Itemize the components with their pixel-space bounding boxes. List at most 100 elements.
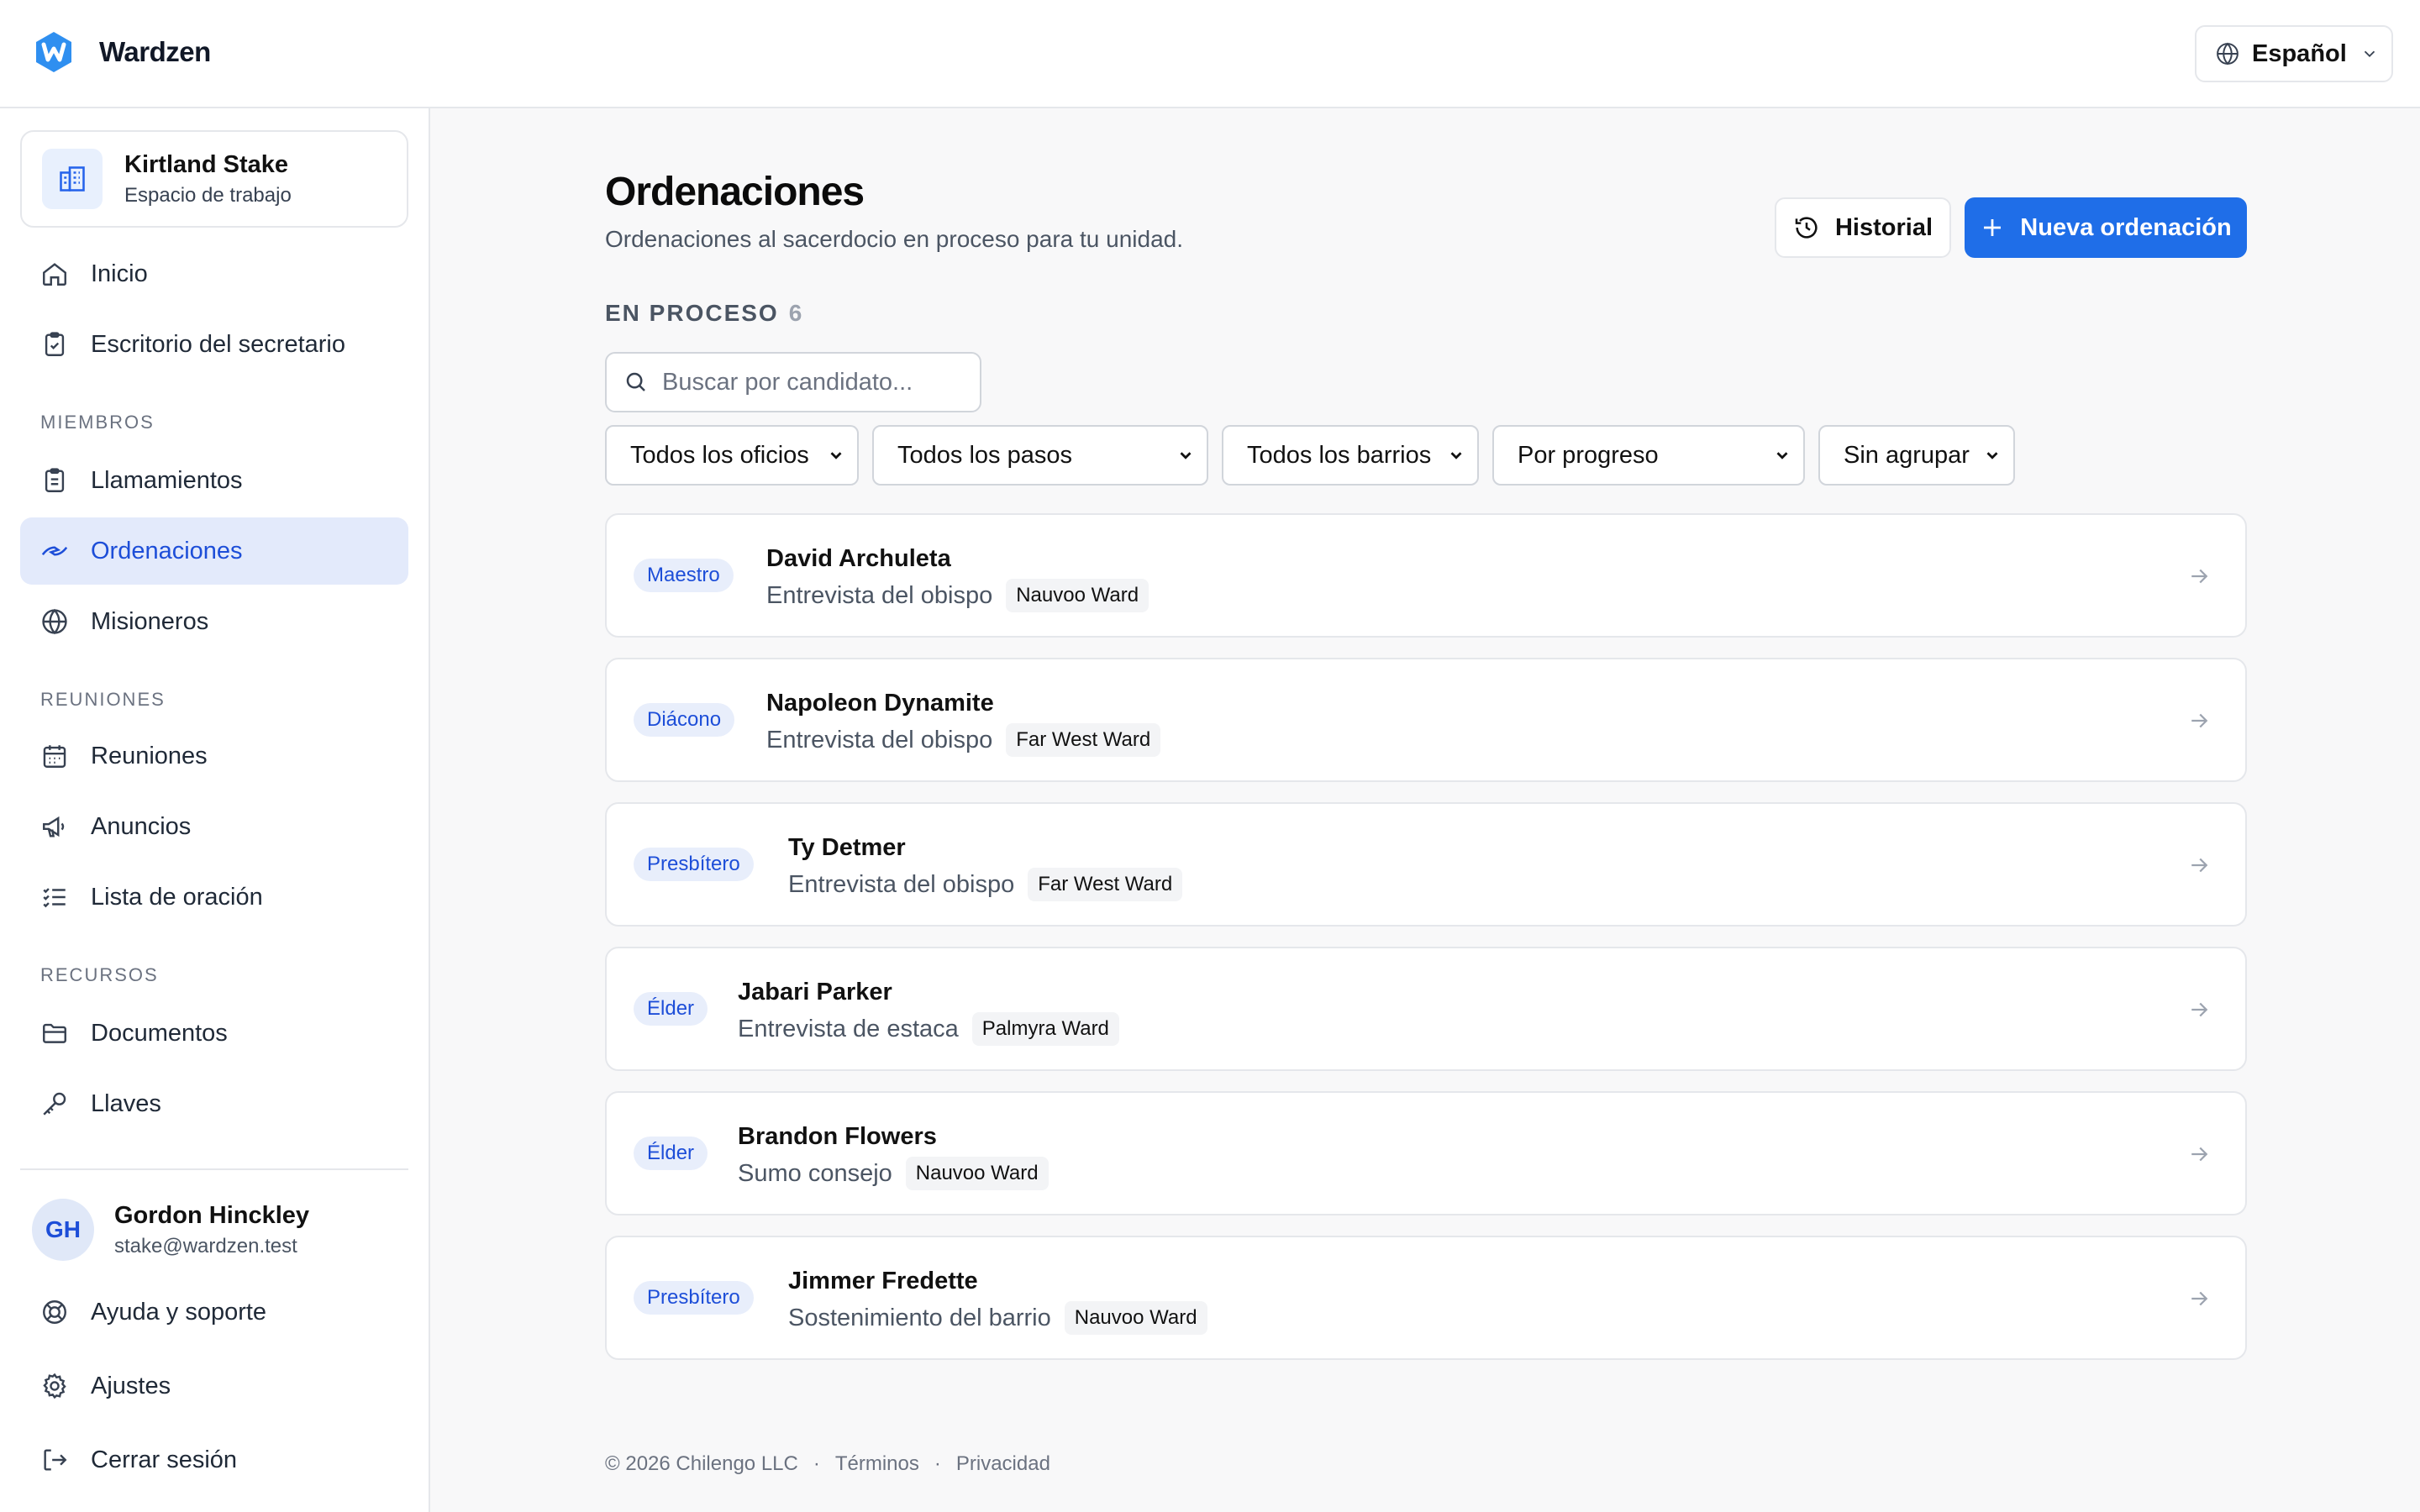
history-button[interactable]: Historial	[1775, 197, 1951, 258]
search-input[interactable]	[662, 368, 973, 396]
candidate-card[interactable]: Maestro David Archuleta Entrevista del o…	[605, 513, 2247, 638]
candidate-details: Entrevista del obispo Far West Ward	[788, 868, 1183, 901]
sidebar-item-label: Llamamientos	[91, 466, 243, 494]
candidate-details: Entrevista de estaca Palmyra Ward	[738, 1012, 1119, 1046]
main-content: Ordenaciones Ordenaciones al sacerdocio …	[430, 108, 2420, 1512]
chevron-down-icon	[1986, 452, 1998, 459]
sidebar: Kirtland Stake Espacio de trabajo Inicio…	[0, 108, 430, 1512]
user-profile[interactable]: GH Gordon Hinckley stake@wardzen.test	[32, 1199, 309, 1261]
candidate-card[interactable]: Élder Brandon Flowers Sumo consejo Nauvo…	[605, 1091, 2247, 1215]
group-select[interactable]: Sin agrupar	[1818, 425, 2015, 486]
section-count: 6	[788, 300, 804, 326]
page-subtitle: Ordenaciones al sacerdocio en proceso pa…	[605, 226, 1183, 252]
sidebar-item-llaves[interactable]: Llaves	[20, 1070, 408, 1137]
footer: © 2026 Chilengo LLC · Términos · Privaci…	[605, 1452, 1065, 1476]
workspace-switcher[interactable]: Kirtland Stake Espacio de trabajo	[20, 130, 408, 228]
list-checks-icon	[43, 888, 66, 908]
ward-tag: Palmyra Ward	[971, 1012, 1119, 1046]
chevron-down-icon	[830, 452, 842, 459]
sidebar-item-cerrar-sesion[interactable]: Cerrar sesión	[20, 1426, 408, 1494]
candidate-card[interactable]: Diácono Napoleon Dynamite Entrevista del…	[605, 658, 2247, 782]
section-heading-miembros: MIEMBROS	[40, 412, 155, 433]
candidate-name: Jabari Parker	[738, 979, 892, 1005]
current-step: Entrevista del obispo	[788, 870, 1015, 898]
sidebar-item-label: Escritorio del secretario	[91, 330, 345, 358]
sidebar-item-label: Llaves	[91, 1089, 161, 1117]
candidate-details: Sumo consejo Nauvoo Ward	[738, 1157, 1049, 1190]
sidebar-item-misioneros[interactable]: Misioneros	[20, 588, 408, 655]
sort-select[interactable]: Por progreso	[1492, 425, 1805, 486]
new-ordination-button[interactable]: Nueva ordenación	[1965, 197, 2247, 258]
sidebar-item-reuniones[interactable]: Reuniones	[20, 722, 408, 790]
candidate-card[interactable]: Presbítero Jimmer Fredette Sostenimiento…	[605, 1236, 2247, 1360]
sidebar-item-escritorio[interactable]: Escritorio del secretario	[20, 311, 408, 378]
sidebar-item-lista-oracion[interactable]: Lista de oración	[20, 864, 408, 931]
ward-tag: Far West Ward	[1006, 723, 1161, 757]
sidebar-item-llamamientos[interactable]: Llamamientos	[20, 447, 408, 514]
candidate-card[interactable]: Presbítero Ty Detmer Entrevista del obis…	[605, 802, 2247, 927]
sidebar-divider	[20, 1168, 408, 1170]
building-icon	[42, 149, 103, 209]
current-step: Entrevista del obispo	[766, 726, 993, 753]
office-badge: Élder	[634, 1137, 708, 1170]
folder-icon	[43, 1023, 66, 1043]
home-icon	[43, 263, 66, 286]
sidebar-item-label: Ajustes	[91, 1372, 171, 1399]
section-heading-en-proceso: EN PROCESO 6	[605, 300, 803, 327]
sidebar-item-label: Cerrar sesión	[91, 1446, 238, 1473]
sidebar-item-ayuda[interactable]: Ayuda y soporte	[20, 1278, 408, 1346]
office-badge: Élder	[634, 992, 708, 1026]
privacy-link[interactable]: Privacidad	[956, 1452, 1050, 1476]
section-heading-reuniones: REUNIONES	[40, 689, 166, 710]
filter-pasos-select[interactable]: Todos los pasos	[872, 425, 1208, 486]
candidate-name: Brandon Flowers	[738, 1123, 937, 1150]
filter-barrios-select[interactable]: Todos los barrios	[1222, 425, 1479, 486]
candidate-card[interactable]: Élder Jabari Parker Entrevista de estaca…	[605, 947, 2247, 1071]
sidebar-item-ordenaciones[interactable]: Ordenaciones	[20, 517, 408, 585]
arrow-right-icon	[2191, 1291, 2208, 1306]
app-name: Wardzen	[99, 36, 211, 67]
current-step: Entrevista del obispo	[766, 581, 993, 609]
select-value: Sin agrupar	[1844, 441, 1970, 469]
gear-icon	[43, 1373, 66, 1399]
workspace-subtitle: Espacio de trabajo	[124, 183, 292, 207]
candidate-name: Napoleon Dynamite	[766, 690, 994, 717]
office-badge: Diácono	[634, 703, 735, 737]
select-value: Todos los pasos	[897, 441, 1072, 469]
language-selector[interactable]: Español	[2195, 25, 2393, 82]
new-ordination-label: Nueva ordenación	[2020, 213, 2232, 241]
sidebar-item-inicio[interactable]: Inicio	[20, 240, 408, 307]
office-badge: Presbítero	[634, 1281, 754, 1315]
search-field[interactable]	[605, 352, 981, 412]
chevron-down-icon	[1776, 452, 1788, 459]
candidate-name: David Archuleta	[766, 545, 951, 572]
candidate-details: Entrevista del obispo Nauvoo Ward	[766, 579, 1150, 612]
sidebar-item-label: Documentos	[91, 1019, 228, 1047]
candidate-name: Ty Detmer	[788, 834, 906, 861]
avatar: GH	[32, 1199, 94, 1261]
candidate-name: Jimmer Fredette	[788, 1268, 978, 1294]
footer-separator: ·	[934, 1452, 941, 1475]
filter-oficios-select[interactable]: Todos los oficios	[605, 425, 859, 486]
user-email: stake@wardzen.test	[114, 1234, 297, 1257]
sidebar-item-documentos[interactable]: Documentos	[20, 1000, 408, 1067]
user-name: Gordon Hinckley	[114, 1201, 310, 1229]
brand[interactable]: Wardzen	[34, 30, 211, 74]
logout-icon	[44, 1449, 67, 1471]
lifebuoy-icon	[43, 1300, 66, 1324]
copyright: © 2026 Chilengo LLC	[605, 1452, 798, 1475]
page-title: Ordenaciones	[605, 170, 865, 214]
sidebar-item-anuncios[interactable]: Anuncios	[20, 793, 408, 860]
language-label: Español	[2252, 39, 2347, 67]
select-value: Todos los barrios	[1247, 441, 1432, 469]
sidebar-item-label: Ayuda y soporte	[91, 1298, 267, 1326]
terms-link[interactable]: Términos	[835, 1452, 919, 1476]
plus-icon	[1984, 219, 2002, 236]
select-value: Por progreso	[1518, 441, 1659, 469]
chevron-down-icon	[1450, 452, 1462, 459]
arrow-right-icon	[2191, 1002, 2208, 1017]
workspace-title: Kirtland Stake	[124, 150, 288, 178]
sidebar-item-ajustes[interactable]: Ajustes	[20, 1352, 408, 1420]
sidebar-item-label: Lista de oración	[91, 883, 263, 911]
current-step: Entrevista de estaca	[738, 1015, 959, 1042]
